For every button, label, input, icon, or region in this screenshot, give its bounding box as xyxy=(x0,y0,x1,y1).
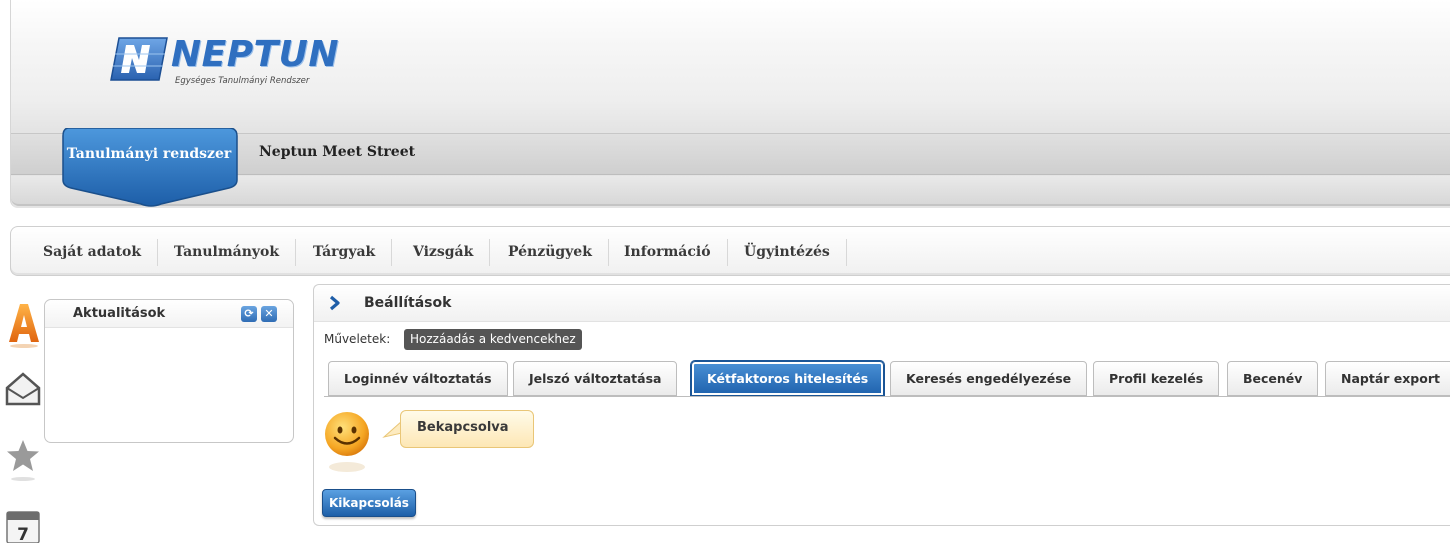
neptun-logo[interactable]: NEPTUN Egységes Tanulmányi Rendszer xyxy=(109,34,369,90)
close-icon[interactable]: ✕ xyxy=(261,306,277,322)
tab-profil-kezeles[interactable]: Profil kezelés xyxy=(1093,361,1220,396)
tab-tanulmanyi-rendszer[interactable]: Tanulmányi rendszer xyxy=(61,128,241,214)
page-title: Beállítások xyxy=(364,295,452,311)
chevron-right-icon[interactable] xyxy=(328,295,342,311)
operations-label: Műveletek: xyxy=(324,332,391,346)
logo-tagline: Egységes Tanulmányi Rendszer xyxy=(175,76,310,86)
tab-jelszo-valtoztatasa[interactable]: Jelszó változtatása xyxy=(513,361,678,396)
envelope-icon[interactable] xyxy=(5,370,41,410)
tab-tanulmanyi-rendszer-label: Tanulmányi rendszer xyxy=(66,146,232,162)
tab-kereses-engedelyezese[interactable]: Keresés engedélyezése xyxy=(890,361,1088,396)
tab-naptar-export[interactable]: Naptár export xyxy=(1325,361,1450,396)
star-icon[interactable] xyxy=(5,438,41,482)
menu-item-penzugyek[interactable]: Pénzügyek xyxy=(492,239,609,266)
main-menu: Saját adatok Tanulmányok Tárgyak Vizsgák… xyxy=(10,226,1450,276)
two-factor-status: Bekapcsolva xyxy=(417,420,509,435)
calendar-icon[interactable]: 7 xyxy=(5,508,41,543)
menu-item-targyak[interactable]: Tárgyak xyxy=(297,239,393,266)
disable-two-factor-button[interactable]: Kikapcsolás xyxy=(322,489,416,517)
smiley-icon xyxy=(325,412,369,472)
menu-item-ugyintezes[interactable]: Ügyintézés xyxy=(728,239,847,266)
news-a-icon[interactable] xyxy=(5,300,43,348)
tab-loginnev-valtoztatas[interactable]: Loginnév változtatás xyxy=(328,361,508,396)
tab-ketfaktoros-hitelesites[interactable]: Kétfaktoros hitelesítés xyxy=(691,361,885,396)
status-bubble: Bekapcsolva xyxy=(400,410,534,448)
news-box-header: Aktualitások ⟳ ✕ xyxy=(45,300,293,328)
app-header: NEPTUN Egységes Tanulmányi Rendszer Tanu… xyxy=(10,0,1450,208)
tab-neptun-meet-street[interactable]: Neptun Meet Street xyxy=(259,144,415,160)
news-box: Aktualitások ⟳ ✕ xyxy=(44,299,294,443)
tab-becenev[interactable]: Becenév xyxy=(1227,361,1319,396)
refresh-icon[interactable]: ⟳ xyxy=(241,306,257,322)
menu-item-tanulmanyok[interactable]: Tanulmányok xyxy=(158,239,297,266)
menu-item-informacio[interactable]: Információ xyxy=(608,239,728,266)
add-to-favorites-button[interactable]: Hozzáadás a kedvencekhez xyxy=(404,329,582,350)
calendar-day: 7 xyxy=(17,525,29,543)
menu-item-sajat-adatok[interactable]: Saját adatok xyxy=(27,239,159,266)
news-box-title: Aktualitások xyxy=(73,306,166,321)
menu-item-vizsgak[interactable]: Vizsgák xyxy=(397,239,491,266)
tab-underline xyxy=(324,396,1450,397)
settings-panel: Beállítások Műveletek: Hozzáadás a kedve… xyxy=(313,284,1450,526)
active-tab-shape xyxy=(62,128,238,207)
settings-panel-header: Beállítások xyxy=(314,285,1450,322)
logo-wordmark: NEPTUN xyxy=(171,34,340,75)
neptun-logo-icon xyxy=(110,37,168,81)
